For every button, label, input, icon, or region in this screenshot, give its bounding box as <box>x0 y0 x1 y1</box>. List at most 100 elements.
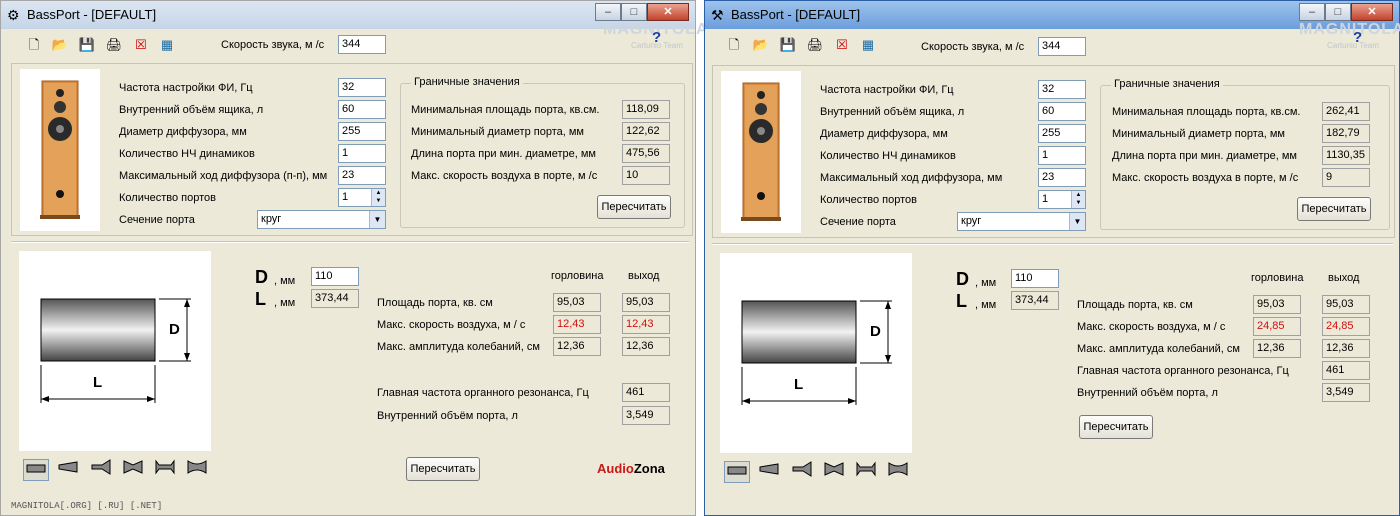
cone-diameter-input[interactable]: 255 <box>338 122 386 141</box>
box-volume-input[interactable]: 60 <box>338 100 386 119</box>
result-throat-value: 12,36 <box>1253 339 1301 358</box>
minimize-button[interactable]: – <box>1299 3 1325 21</box>
port-diameter-input[interactable]: 110 <box>311 267 359 286</box>
limit-value: 1130,35 <box>1322 146 1370 165</box>
cone-excursion-input[interactable]: 23 <box>338 166 386 185</box>
straight-port-icon[interactable] <box>724 461 750 483</box>
bassport-window-left: ⚙ BassPort - [DEFAULT] – □ ✕ MAGNITOLA C… <box>0 0 708 516</box>
box-volume-input[interactable]: 60 <box>1038 102 1086 121</box>
horn-port-icon[interactable] <box>789 461 815 483</box>
limits-group-title: Граничные значения <box>1111 78 1223 90</box>
d-letter: D <box>956 269 969 289</box>
limit-value: 182,79 <box>1322 124 1370 143</box>
window-title: BassPort - [DEFAULT] <box>27 7 157 22</box>
tools-icon: ⚒ <box>711 7 724 23</box>
print-icon[interactable]: 🖨 <box>806 36 824 54</box>
minimize-button[interactable]: – <box>595 3 621 21</box>
tuning-frequency-input[interactable]: 32 <box>1038 80 1086 99</box>
port-length-value: 373,44 <box>311 289 359 308</box>
ports-count-label: Количество портов <box>820 194 917 206</box>
cone-diameter-input[interactable]: 255 <box>1038 124 1086 143</box>
limit-value: 10 <box>622 166 670 185</box>
tuning-frequency-input[interactable]: 32 <box>338 78 386 97</box>
delete-icon[interactable]: ☒ <box>833 36 851 54</box>
double-flared-port-icon[interactable] <box>184 459 210 481</box>
d-letter: D <box>255 267 268 287</box>
result-label: Площадь порта, кв. см <box>377 297 493 309</box>
organ-resonance-value: 461 <box>1322 361 1370 380</box>
param-label: Количество НЧ динамиков <box>820 150 956 162</box>
calculator-icon[interactable]: ▦ <box>158 36 176 54</box>
chevron-down-icon[interactable]: ▼ <box>369 211 385 228</box>
ports-count-spinner[interactable]: 1 ▲ ▼ <box>338 188 386 207</box>
limit-label: Минимальный диаметр порта, мм <box>1112 128 1285 140</box>
sound-speed-label: Скорость звука, м /с <box>921 41 1025 53</box>
limit-value: 262,41 <box>1322 102 1370 121</box>
port-volume-value: 3,549 <box>1322 383 1370 402</box>
status-bar-text: MAGNITOLA[.ORG] [.RU] [.NET] <box>11 501 163 511</box>
port-section-select[interactable]: круг ▼ <box>257 210 386 229</box>
l-letter: L <box>956 291 967 311</box>
conical-port-icon[interactable] <box>55 459 81 481</box>
param-label: Внутренний объём ящика, л <box>820 106 965 118</box>
recalc-button[interactable]: Пересчитать <box>1079 415 1153 439</box>
double-cone-port-icon[interactable] <box>120 459 146 481</box>
recalc-button[interactable]: Пересчитать <box>406 457 480 481</box>
param-label: Количество НЧ динамиков <box>119 148 255 160</box>
bassport-window-right: ⚒ BassPort - [DEFAULT] – □ ✕ MAGNITOLA C… <box>704 0 1400 516</box>
print-icon[interactable]: 🖨 <box>105 36 123 54</box>
flared-port-icon[interactable] <box>152 459 178 481</box>
close-button[interactable]: ✕ <box>1351 3 1393 21</box>
maximize-button[interactable]: □ <box>1325 3 1351 21</box>
spinner-arrows-icon[interactable]: ▲ ▼ <box>1071 191 1085 208</box>
l-unit: , мм <box>274 297 296 309</box>
result-exit-value: 24,85 <box>1322 317 1370 336</box>
delete-icon[interactable]: ☒ <box>132 36 150 54</box>
close-button[interactable]: ✕ <box>647 3 689 21</box>
param-label: Диаметр диффузора, мм <box>820 128 948 140</box>
maximize-button[interactable]: □ <box>621 3 647 21</box>
title-bar[interactable]: ⚙ BassPort - [DEFAULT] – □ ✕ <box>1 1 695 29</box>
result-throat-value: 12,43 <box>553 315 601 334</box>
conical-port-icon[interactable] <box>756 461 782 483</box>
title-bar[interactable]: ⚒ BassPort - [DEFAULT] – □ ✕ <box>705 1 1399 29</box>
open-folder-icon[interactable]: 📂 <box>752 36 770 54</box>
port-diameter-input[interactable]: 110 <box>1011 269 1059 288</box>
new-file-icon[interactable]: 🗋 <box>725 36 743 54</box>
limit-label: Минимальная площадь порта, кв.см. <box>1112 106 1301 118</box>
sound-speed-input[interactable]: 344 <box>1038 37 1086 56</box>
save-icon[interactable]: 💾 <box>78 36 96 54</box>
new-file-icon[interactable]: 🗋 <box>25 36 43 54</box>
param-label: Частота настройки ФИ, Гц <box>119 82 253 94</box>
d-unit: , мм <box>274 275 296 287</box>
save-icon[interactable]: 💾 <box>779 36 797 54</box>
result-throat-value: 95,03 <box>1253 295 1301 314</box>
flared-port-icon[interactable] <box>853 461 879 483</box>
limit-label: Макс. скорость воздуха в порте, м /с <box>1112 172 1299 184</box>
cone-excursion-input[interactable]: 23 <box>1038 168 1086 187</box>
organ-resonance-value: 461 <box>622 383 670 402</box>
sound-speed-input[interactable]: 344 <box>338 35 386 54</box>
double-cone-port-icon[interactable] <box>821 461 847 483</box>
result-exit-value: 12,36 <box>1322 339 1370 358</box>
param-label: Внутренний объём ящика, л <box>119 104 264 116</box>
port-section-select[interactable]: круг ▼ <box>957 212 1086 231</box>
woofer-count-input[interactable]: 1 <box>338 144 386 163</box>
open-folder-icon[interactable]: 📂 <box>51 36 69 54</box>
chevron-down-icon[interactable]: ▼ <box>1069 213 1085 230</box>
recalc-limits-button[interactable]: Пересчитать <box>1297 197 1371 221</box>
woofer-count-input[interactable]: 1 <box>1038 146 1086 165</box>
spinner-arrows-icon[interactable]: ▲ ▼ <box>371 189 385 206</box>
double-flared-port-icon[interactable] <box>885 461 911 483</box>
horn-port-icon[interactable] <box>88 459 114 481</box>
limit-label: Длина порта при мин. диаметре, мм <box>411 148 596 160</box>
brand-part-b: Zona <box>633 461 665 476</box>
recalc-limits-button[interactable]: Пересчитать <box>597 195 671 219</box>
straight-port-icon[interactable] <box>23 459 49 481</box>
calculator-icon[interactable]: ▦ <box>859 36 877 54</box>
ports-count-spinner[interactable]: 1 ▲ ▼ <box>1038 190 1086 209</box>
result-exit-value: 95,03 <box>622 293 670 312</box>
diagram-d-label: D <box>870 323 881 340</box>
limit-value: 475,56 <box>622 144 670 163</box>
result-label: Макс. скорость воздуха, м / с <box>377 319 526 331</box>
